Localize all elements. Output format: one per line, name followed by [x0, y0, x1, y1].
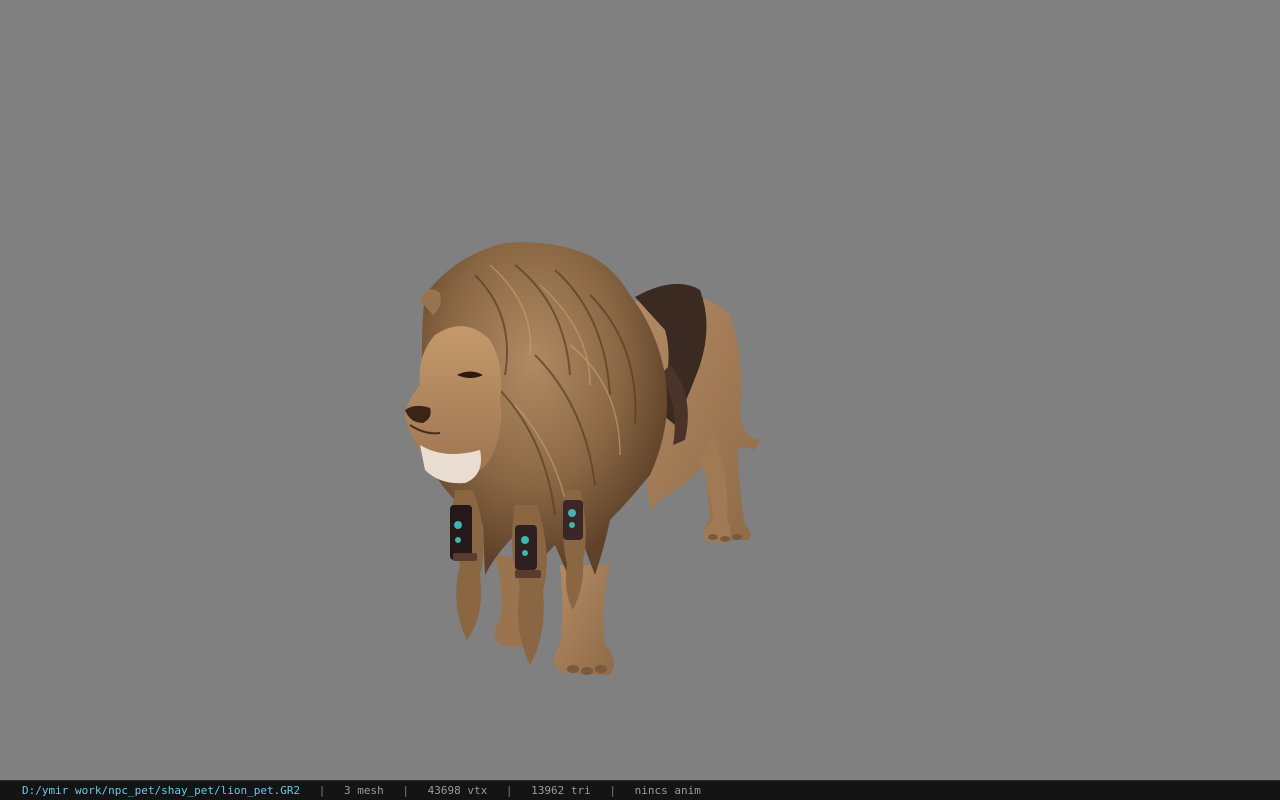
- triangle-count: 13962 tri: [531, 784, 591, 797]
- animation-status: nincs anim: [634, 784, 701, 797]
- mesh-count: 3 mesh: [344, 784, 384, 797]
- separator: |: [609, 784, 616, 797]
- separator: |: [318, 784, 326, 797]
- file-path: D:/ymir work/npc_pet/shay_pet/lion_pet.G…: [22, 784, 301, 797]
- status-bar: D:/ymir work/npc_pet/shay_pet/lion_pet.G…: [0, 780, 1280, 800]
- lion-model: [405, 242, 760, 675]
- separator: |: [402, 784, 410, 797]
- separator: |: [505, 784, 513, 797]
- 3d-viewport[interactable]: [0, 0, 1280, 780]
- vertex-count: 43698 vtx: [427, 784, 488, 797]
